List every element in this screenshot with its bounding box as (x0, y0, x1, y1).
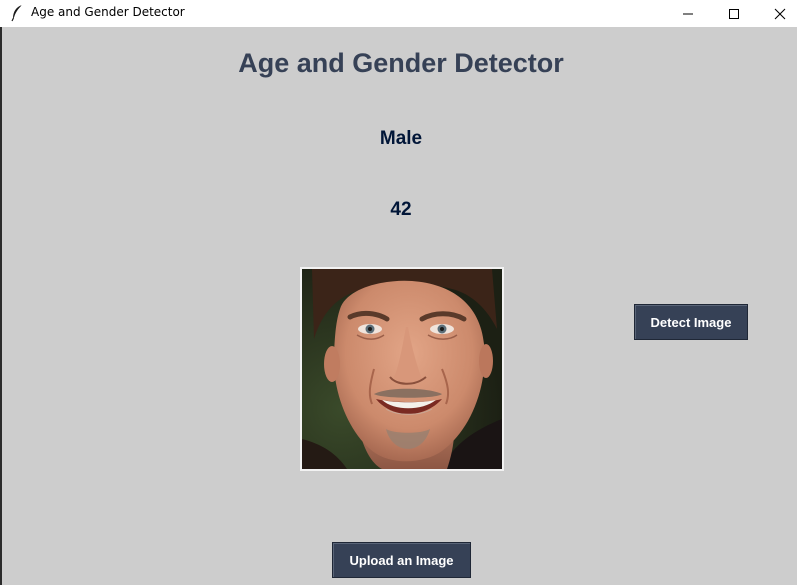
minimize-icon (683, 13, 693, 14)
close-button[interactable] (757, 0, 797, 27)
title-bar[interactable]: Age and Gender Detector (0, 0, 797, 27)
age-result: 42 (390, 199, 412, 220)
minimize-button[interactable] (665, 0, 711, 27)
detect-image-button[interactable]: Detect Image (634, 304, 748, 340)
maximize-icon (729, 8, 739, 19)
close-icon (774, 8, 786, 19)
window-border (0, 0, 2, 585)
gender-result: Male (379, 128, 423, 149)
upload-image-button[interactable]: Upload an Image (332, 542, 471, 578)
uploaded-face-photo (300, 267, 504, 471)
maximize-button[interactable] (711, 0, 757, 27)
page-title: Age and Gender Detector (238, 48, 564, 78)
window-title: Age and Gender Detector (31, 5, 185, 19)
face-photo (302, 269, 502, 469)
feather-icon (10, 4, 26, 22)
app-window: Age and Gender Detector Age and Gender D… (0, 0, 797, 585)
